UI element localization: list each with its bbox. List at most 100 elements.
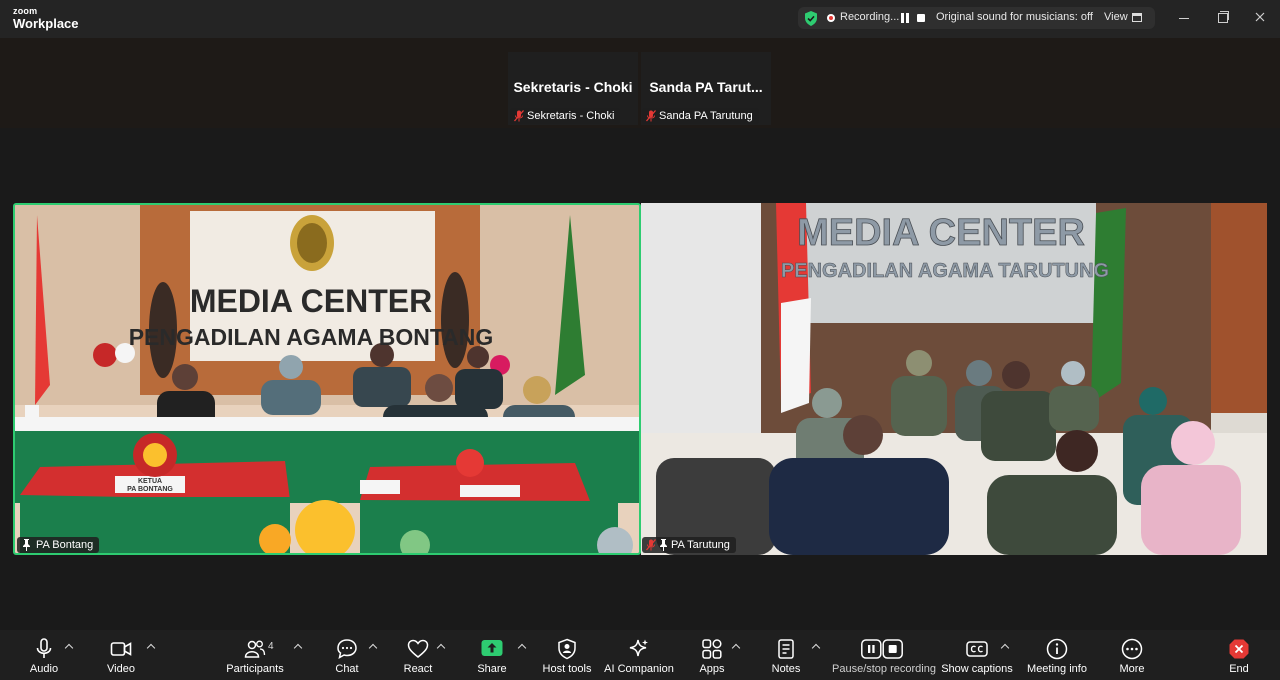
react-label: React: [403, 663, 433, 675]
host-tools-button[interactable]: Host tools: [539, 630, 595, 680]
recording-status-text: Recording...: [840, 11, 900, 23]
audio-label: Audio: [29, 663, 59, 675]
mic-muted-icon: [514, 110, 524, 122]
video-tile-pa-tarutung[interactable]: MEDIA CENTER PENGADILAN AGAMA TARUTUNG P…: [641, 203, 1267, 555]
view-button[interactable]: View: [1104, 11, 1128, 23]
video-options-caret[interactable]: [146, 642, 156, 652]
show-captions-button[interactable]: Show captions: [941, 630, 1013, 680]
video-feed-pa-tarutung: MEDIA CENTER PENGADILAN AGAMA TARUTUNG: [641, 203, 1267, 555]
meeting-info-button[interactable]: Meeting info: [1022, 630, 1092, 680]
apps-options-caret[interactable]: [731, 642, 741, 652]
logo-line-zoom: zoom: [13, 6, 38, 16]
participants-icon: [244, 640, 266, 658]
participant-tag-label: Sanda PA Tarutung: [659, 110, 753, 122]
bontang-sign-line1: MEDIA CENTER: [190, 283, 432, 319]
pause-stop-label: Pause/stop recording: [832, 663, 936, 675]
host-tools-label: Host tools: [542, 663, 592, 675]
participant-name-tag: Sekretaris - Choki: [510, 108, 621, 124]
close-window-button[interactable]: [1248, 7, 1272, 29]
participant-display-name: Sanda PA Tarut...: [649, 79, 763, 95]
tile-name-tag: PA Bontang: [17, 537, 100, 553]
notes-icon: [778, 639, 794, 659]
chat-options-caret[interactable]: [368, 642, 378, 652]
apps-grid-icon: [702, 639, 722, 659]
mic-muted-icon: [646, 539, 656, 551]
show-captions-label: Show captions: [941, 663, 1013, 675]
participant-count: 4: [268, 641, 274, 652]
desk-sign-line1: KETUA: [138, 478, 162, 485]
audio-button[interactable]: Audio: [20, 630, 68, 680]
audio-options-caret[interactable]: [64, 642, 74, 652]
recording-dot-icon: [827, 14, 835, 22]
mic-muted-icon: [646, 110, 656, 122]
pause-stop-icon: [861, 639, 903, 659]
sparkle-icon: [629, 639, 648, 657]
microphone-icon: [36, 638, 52, 658]
video-camera-icon: [110, 642, 132, 656]
logo-line-workplace: Workplace: [13, 16, 79, 31]
tile-name-tag: PA Tarutung: [642, 537, 736, 553]
more-options-icon: [1121, 638, 1143, 660]
participants-options-caret[interactable]: [293, 642, 303, 652]
video-feed-pa-bontang: MEDIA CENTER PENGADILAN AGAMA BONTANG KE…: [15, 205, 639, 553]
ai-companion-label: AI Companion: [604, 663, 674, 675]
original-sound-status: Original sound for musicians: off: [936, 11, 1093, 23]
info-icon: [1046, 638, 1068, 660]
bontang-sign-line2: PENGADILAN AGAMA BONTANG: [129, 324, 494, 350]
more-button[interactable]: More: [1110, 630, 1154, 680]
more-label: More: [1119, 663, 1145, 675]
notes-options-caret[interactable]: [811, 642, 821, 652]
pause-stop-recording-button[interactable]: Pause/stop recording: [832, 630, 936, 680]
end-meeting-icon: [1229, 639, 1249, 659]
chat-button[interactable]: Chat: [325, 630, 369, 680]
notes-button[interactable]: Notes: [764, 630, 808, 680]
apps-label: Apps: [699, 663, 725, 675]
react-button[interactable]: React: [396, 630, 440, 680]
notes-label: Notes: [771, 663, 801, 675]
shield-icon: [558, 638, 576, 660]
ai-companion-button[interactable]: AI Companion: [603, 630, 675, 680]
tarutung-sign-line1: MEDIA CENTER: [797, 212, 1085, 254]
chat-bubble-icon: [337, 639, 357, 659]
restore-button[interactable]: [1210, 7, 1234, 29]
video-tile-pa-bontang[interactable]: MEDIA CENTER PENGADILAN AGAMA BONTANG KE…: [13, 203, 641, 555]
minimize-button[interactable]: [1172, 7, 1196, 29]
participant-name-tag: Sanda PA Tarutung: [642, 108, 759, 124]
participant-tag-label: Sekretaris - Choki: [527, 110, 615, 122]
view-grid-icon[interactable]: [1132, 13, 1142, 22]
tile-label-pa-bontang: PA Bontang: [36, 539, 94, 551]
chat-label: Chat: [335, 663, 359, 675]
meeting-info-label: Meeting info: [1027, 663, 1087, 675]
share-options-caret[interactable]: [517, 642, 527, 652]
title-bar: zoom Workplace Recording... Original sou…: [0, 0, 1280, 38]
close-icon: [1255, 12, 1265, 22]
share-button[interactable]: Share: [470, 630, 514, 680]
heart-icon: [407, 639, 429, 658]
participant-thumbnail[interactable]: Sanda PA Tarut... Sanda PA Tarutung: [641, 52, 771, 125]
video-label: Video: [107, 663, 135, 675]
end-label: End: [1229, 663, 1249, 675]
participant-thumbnail[interactable]: Sekretaris - Choki Sekretaris - Choki: [508, 52, 638, 125]
react-options-caret[interactable]: [436, 642, 446, 652]
zoom-workplace-logo: zoom Workplace: [13, 6, 79, 31]
stop-recording-icon[interactable]: [917, 14, 925, 22]
captions-options-caret[interactable]: [1000, 642, 1010, 652]
pin-icon: [660, 539, 667, 551]
end-meeting-button[interactable]: End: [1218, 630, 1260, 680]
shield-check-icon: [805, 11, 817, 26]
tile-label-pa-tarutung: PA Tarutung: [671, 539, 730, 551]
tarutung-sign-line2: PENGADILAN AGAMA TARUTUNG: [781, 260, 1109, 282]
gallery-strip: Sekretaris - Choki Sekretaris - Choki Sa…: [0, 38, 1280, 128]
share-label: Share: [477, 663, 507, 675]
pause-recording-icon[interactable]: [901, 13, 909, 23]
participants-label: Participants: [226, 663, 284, 675]
desk-sign-line2: PA BONTANG: [127, 486, 173, 493]
pin-icon: [23, 539, 30, 551]
apps-button[interactable]: Apps: [690, 630, 734, 680]
closed-captions-icon: [966, 641, 988, 657]
participants-button[interactable]: Participants: [222, 630, 288, 680]
share-screen-icon: [481, 640, 503, 656]
participant-display-name: Sekretaris - Choki: [513, 79, 633, 95]
video-button[interactable]: Video: [97, 630, 145, 680]
recording-status-bar: Recording... Original sound for musician…: [798, 7, 1155, 29]
